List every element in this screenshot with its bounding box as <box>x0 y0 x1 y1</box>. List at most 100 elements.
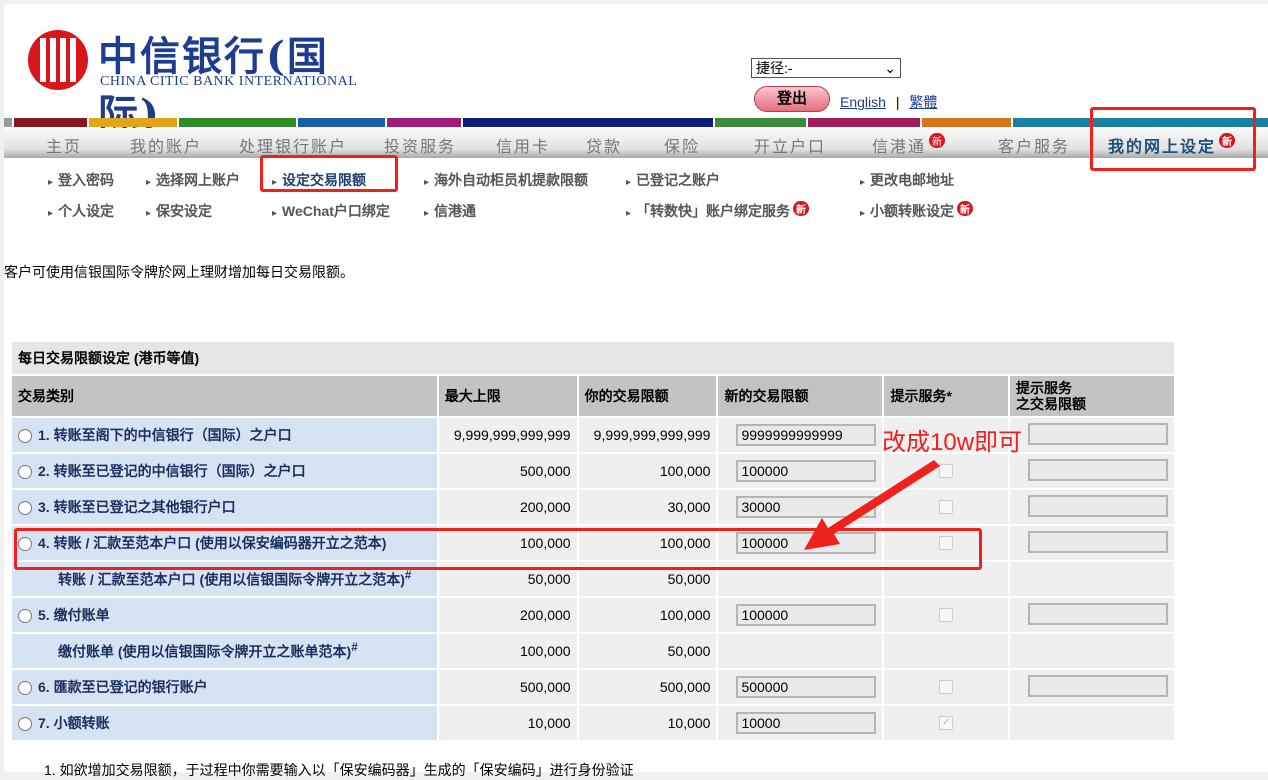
col-header-type: 交易类别 <box>12 376 437 416</box>
alert-limit-cell <box>1010 706 1174 740</box>
nav-customer-service[interactable]: 客户服务 <box>998 133 1070 157</box>
alert-limit-input[interactable] <box>1028 602 1168 625</box>
new-limit-cell: 10000 <box>718 706 883 740</box>
separator: | <box>895 94 900 110</box>
new-badge: 新 <box>793 201 810 216</box>
alert-checkbox[interactable] <box>939 680 954 694</box>
main-nav: 主页 我的账户 处理银行账户 投资服务 信用卡 贷款 保险 开立户口 信港通新 … <box>4 128 1268 158</box>
bank-logo[interactable]: 中信银行(国际) CHINA CITIC BANK INTERNATIONAL <box>24 24 384 138</box>
subnav-atm-limits[interactable]: 海外自动柜员机提款限额 <box>424 170 588 190</box>
nav-color-bar <box>298 118 385 127</box>
transaction-type[interactable]: 3. 转账至已登记之其他银行户口 <box>12 490 437 524</box>
new-limit-input[interactable]: 9999999999999 <box>736 424 877 446</box>
new-limit-input[interactable]: 100000 <box>736 604 877 626</box>
nav-credit-card[interactable]: 信用卡 <box>496 133 550 157</box>
subnav-xingangtong[interactable]: 信港通 <box>424 201 476 221</box>
subnav-label: 小额转账设定 <box>870 203 955 219</box>
col-header-yours: 你的交易限额 <box>578 376 717 416</box>
transaction-label: 1. 转账至阁下的中信银行（国际）之户口 <box>38 427 292 443</box>
subnav-select-accounts[interactable]: 选择网上账户 <box>146 170 240 190</box>
alert-limit-input[interactable] <box>1028 458 1168 481</box>
transaction-type[interactable]: 2. 转账至已登记的中信银行（国际）之户口 <box>12 454 437 488</box>
subnav-login-password[interactable]: 登入密码 <box>48 170 114 190</box>
your-limit: 100,000 <box>578 598 717 632</box>
nav-color-bar <box>4 118 12 127</box>
subnav-personal-settings[interactable]: 个人设定 <box>48 201 114 221</box>
nav-open-account[interactable]: 开立户口 <box>754 133 826 157</box>
alert-checkbox[interactable]: ✓ <box>939 716 954 730</box>
nav-loans[interactable]: 贷款 <box>586 133 622 157</box>
subnav-registered-accounts[interactable]: 已登记之账户 <box>626 170 720 190</box>
max-limit: 10,000 <box>438 706 577 740</box>
transaction-radio[interactable] <box>18 429 32 444</box>
subnav-small-transfer[interactable]: 小额转账设定新 <box>860 201 974 221</box>
subnav-fps-binding[interactable]: 「转数快」账户绑定服务新 <box>626 201 810 221</box>
nav-investment[interactable]: 投资服务 <box>384 133 456 157</box>
your-limit: 9,999,999,999,999 <box>578 418 717 452</box>
alert-limit-cell <box>1010 634 1174 668</box>
logout-button[interactable]: 登出 <box>754 86 830 112</box>
alert-limit-input[interactable] <box>1028 674 1168 697</box>
nav-color-bar <box>179 118 296 127</box>
nav-color-bar <box>387 118 461 127</box>
your-limit: 50,000 <box>578 634 717 668</box>
max-limit: 500,000 <box>438 670 577 704</box>
alert-limit-input[interactable] <box>1028 530 1168 553</box>
new-limit-input[interactable]: 500000 <box>736 676 877 698</box>
transaction-label: 缴付账单 (使用以信银国际令牌开立之账单范本) <box>58 643 352 660</box>
nav-color-bar <box>89 118 177 127</box>
nav-color-bar <box>922 118 1011 127</box>
shortcut-value: 捷径:- <box>756 60 793 76</box>
nav-color-bar <box>14 118 87 127</box>
new-limit-input[interactable]: 10000 <box>736 712 877 734</box>
nav-color-bar <box>808 118 920 127</box>
transaction-radio[interactable] <box>18 609 32 624</box>
new-badge: 新 <box>957 201 974 216</box>
alert-checkbox[interactable] <box>939 608 954 622</box>
transaction-label: 7. 小额转账 <box>38 715 110 731</box>
footnote: 1. 如欲增加交易限额，于过程中你需要输入以「保安编码器」生成的「保安编码」进行… <box>44 762 634 778</box>
nav-bank-accounts[interactable]: 处理银行账户 <box>239 133 347 157</box>
transaction-radio[interactable] <box>18 465 32 480</box>
alert-limit-input[interactable] <box>1028 422 1168 445</box>
nav-color-bar <box>463 118 713 127</box>
highlight-box <box>1090 107 1256 171</box>
citic-logo-icon <box>28 30 88 90</box>
table-row: 5. 缴付账单 200,000 100,000 100000 <box>12 598 1174 632</box>
subnav-wechat-binding[interactable]: WeChat户口绑定 <box>272 201 390 221</box>
shortcut-select[interactable]: 捷径:- ⌄ <box>751 58 901 78</box>
table-row: 7. 小额转账 10,000 10,000 10000 ✓ <box>12 706 1174 740</box>
transaction-label: 2. 转账至已登记的中信银行（国际）之户口 <box>38 463 306 479</box>
traditional-chinese-link[interactable]: 繁體 <box>909 94 937 110</box>
transaction-label: 转账 / 汇款至范本户口 (使用以信银国际令牌开立之范本) <box>58 571 405 588</box>
alert-limit-input[interactable] <box>1028 494 1168 517</box>
transaction-label: 5. 缴付账单 <box>38 607 110 623</box>
table-row: 3. 转账至已登记之其他银行户口 200,000 30,000 30000 <box>12 490 1174 524</box>
nav-insurance[interactable]: 保险 <box>664 133 700 157</box>
your-limit: 100,000 <box>578 454 717 488</box>
alert-cell <box>884 598 1008 632</box>
transaction-type[interactable]: 7. 小额转账 <box>12 706 437 740</box>
transaction-radio[interactable] <box>18 717 32 732</box>
transaction-radio[interactable] <box>18 501 32 516</box>
transaction-type[interactable]: 5. 缴付账单 <box>12 598 437 632</box>
transaction-type[interactable]: 6. 匯款至已登记的银行账户 <box>12 670 437 704</box>
chevron-down-icon: ⌄ <box>884 59 896 76</box>
nav-color-bars <box>4 118 1268 127</box>
transaction-label: 6. 匯款至已登记的银行账户 <box>38 679 208 695</box>
alert-limit-cell <box>1010 598 1174 632</box>
subnav-label: 「转数快」账户绑定服务 <box>636 203 791 219</box>
nav-xingangtong[interactable]: 信港通新 <box>872 133 946 157</box>
subnav-change-email[interactable]: 更改电邮地址 <box>860 170 954 190</box>
nav-color-bar <box>715 118 806 127</box>
max-limit: 200,000 <box>438 490 577 524</box>
english-link[interactable]: English <box>840 94 886 110</box>
alert-cell <box>884 634 1008 668</box>
header-line: 提示服务 <box>1016 380 1072 396</box>
subnav-security-settings[interactable]: 保安设定 <box>146 201 212 221</box>
nav-home[interactable]: 主页 <box>46 133 82 157</box>
transaction-radio[interactable] <box>18 681 32 696</box>
transaction-type[interactable]: 1. 转账至阁下的中信银行（国际）之户口 <box>12 418 437 452</box>
page: 中信银行(国际) CHINA CITIC BANK INTERNATIONAL … <box>4 4 1268 778</box>
nav-my-accounts[interactable]: 我的账户 <box>130 133 202 157</box>
